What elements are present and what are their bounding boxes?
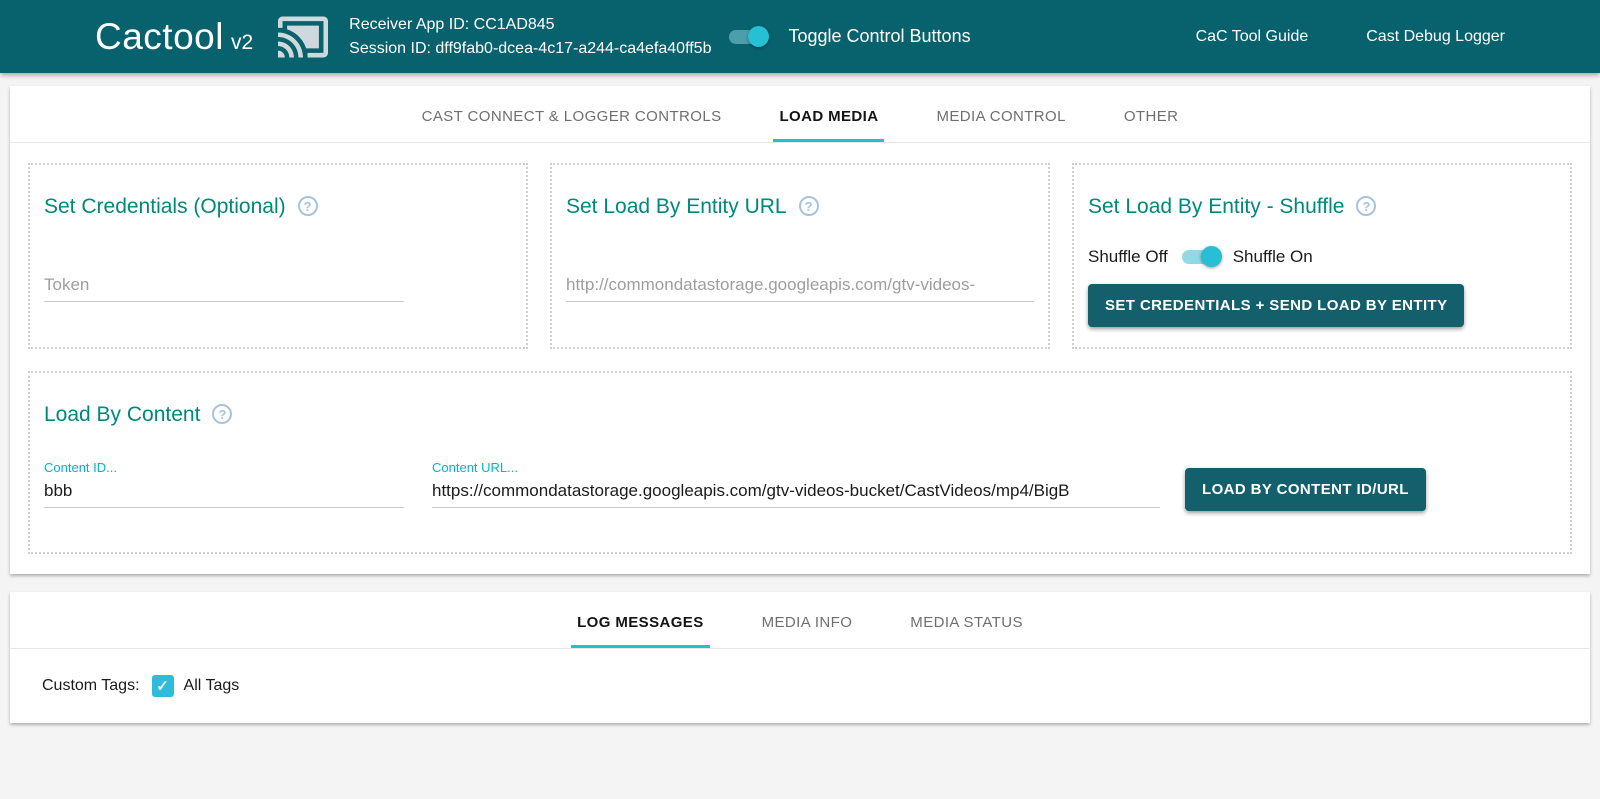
all-tags-checkbox[interactable]: ✓	[152, 675, 174, 697]
tab-media-info[interactable]: MEDIA INFO	[756, 592, 859, 648]
content-id-label: Content ID...	[44, 460, 404, 475]
session-id-text: Session ID: dff9fab0-dcea-4c17-a244-ca4e…	[349, 37, 711, 61]
shuffle-toggle-row: Shuffle Off Shuffle On	[1088, 247, 1556, 267]
load-by-content-id-url-button[interactable]: LOAD BY CONTENT ID/URL	[1185, 468, 1426, 511]
main-card: CAST CONNECT & LOGGER CONTROLS LOAD MEDI…	[10, 86, 1590, 574]
load-media-panels: Set Credentials (Optional) ? Set Load By…	[10, 143, 1590, 574]
panel-title-row: Set Credentials (Optional) ?	[44, 195, 512, 219]
app-version: v2	[231, 31, 253, 55]
set-load-by-entity-shuffle-panel: Set Load By Entity - Shuffle ? Shuffle O…	[1072, 163, 1572, 349]
log-tabbar: LOG MESSAGES MEDIA INFO MEDIA STATUS	[10, 592, 1590, 649]
switch-thumb	[1201, 246, 1222, 267]
shuffle-off-label: Shuffle Off	[1088, 247, 1168, 267]
content-url-field-group: Content URL...	[432, 460, 1160, 508]
load-by-content-title: Load By Content	[44, 403, 200, 427]
panel-title-row: Set Load By Entity - Shuffle ?	[1088, 195, 1556, 219]
set-load-by-entity-shuffle-title: Set Load By Entity - Shuffle	[1088, 195, 1344, 219]
help-icon[interactable]: ?	[799, 196, 819, 216]
set-credentials-send-load-by-entity-button[interactable]: SET CREDENTIALS + SEND LOAD BY ENTITY	[1088, 284, 1464, 327]
receiver-app-id-text: Receiver App ID: CC1AD845	[349, 13, 711, 37]
app-title: Cactool	[95, 16, 224, 58]
token-input[interactable]	[44, 271, 404, 302]
tab-media-control[interactable]: MEDIA CONTROL	[930, 86, 1071, 142]
panel-title-row: Set Load By Entity URL ?	[566, 195, 1034, 219]
tab-log-messages[interactable]: LOG MESSAGES	[571, 592, 710, 648]
tab-load-media[interactable]: LOAD MEDIA	[773, 86, 884, 142]
panel-row-top: Set Credentials (Optional) ? Set Load By…	[28, 163, 1572, 349]
all-tags-label: All Tags	[184, 677, 240, 695]
app-header: Cactool v2 Receiver App ID: CC1AD845 Ses…	[0, 0, 1600, 73]
log-card: LOG MESSAGES MEDIA INFO MEDIA STATUS Cus…	[10, 592, 1590, 723]
tab-media-status[interactable]: MEDIA STATUS	[904, 592, 1029, 648]
set-credentials-title: Set Credentials (Optional)	[44, 195, 286, 219]
switch-thumb	[748, 26, 769, 47]
tab-cast-connect-logger-controls[interactable]: CAST CONNECT & LOGGER CONTROLS	[416, 86, 728, 142]
entity-url-input[interactable]	[566, 271, 1034, 302]
help-icon[interactable]: ?	[1356, 196, 1376, 216]
help-icon[interactable]: ?	[212, 404, 232, 424]
log-messages-content: Custom Tags: ✓ All Tags	[10, 649, 1590, 723]
content-url-label: Content URL...	[432, 460, 1160, 475]
cac-tool-guide-link[interactable]: CaC Tool Guide	[1196, 28, 1309, 46]
session-info: Receiver App ID: CC1AD845 Session ID: df…	[349, 13, 711, 61]
tab-other[interactable]: OTHER	[1118, 86, 1185, 142]
content-id-input[interactable]	[44, 477, 404, 508]
custom-tags-label: Custom Tags:	[42, 677, 140, 695]
cast-debug-logger-link[interactable]: Cast Debug Logger	[1366, 28, 1505, 46]
panel-title-row: Load By Content ?	[44, 403, 1556, 427]
toggle-control-buttons-switch[interactable]	[729, 30, 766, 44]
content-id-field-group: Content ID...	[44, 460, 404, 508]
app-brand: Cactool v2	[95, 16, 253, 58]
set-load-by-entity-url-title: Set Load By Entity URL	[566, 195, 787, 219]
shuffle-on-label: Shuffle On	[1233, 247, 1313, 267]
set-load-by-entity-url-panel: Set Load By Entity URL ?	[550, 163, 1050, 349]
toggle-control-buttons-label: Toggle Control Buttons	[788, 26, 970, 47]
shuffle-switch[interactable]	[1182, 250, 1219, 264]
load-by-content-fields: Content ID... Content URL... LOAD BY CON…	[44, 460, 1556, 511]
main-tabbar: CAST CONNECT & LOGGER CONTROLS LOAD MEDI…	[10, 86, 1590, 143]
content-url-input[interactable]	[432, 477, 1160, 508]
header-links: CaC Tool Guide Cast Debug Logger	[1196, 28, 1505, 46]
set-credentials-panel: Set Credentials (Optional) ?	[28, 163, 528, 349]
load-by-content-panel: Load By Content ? Content ID... Content …	[28, 371, 1572, 554]
cast-connected-icon[interactable]	[275, 12, 331, 62]
help-icon[interactable]: ?	[298, 196, 318, 216]
